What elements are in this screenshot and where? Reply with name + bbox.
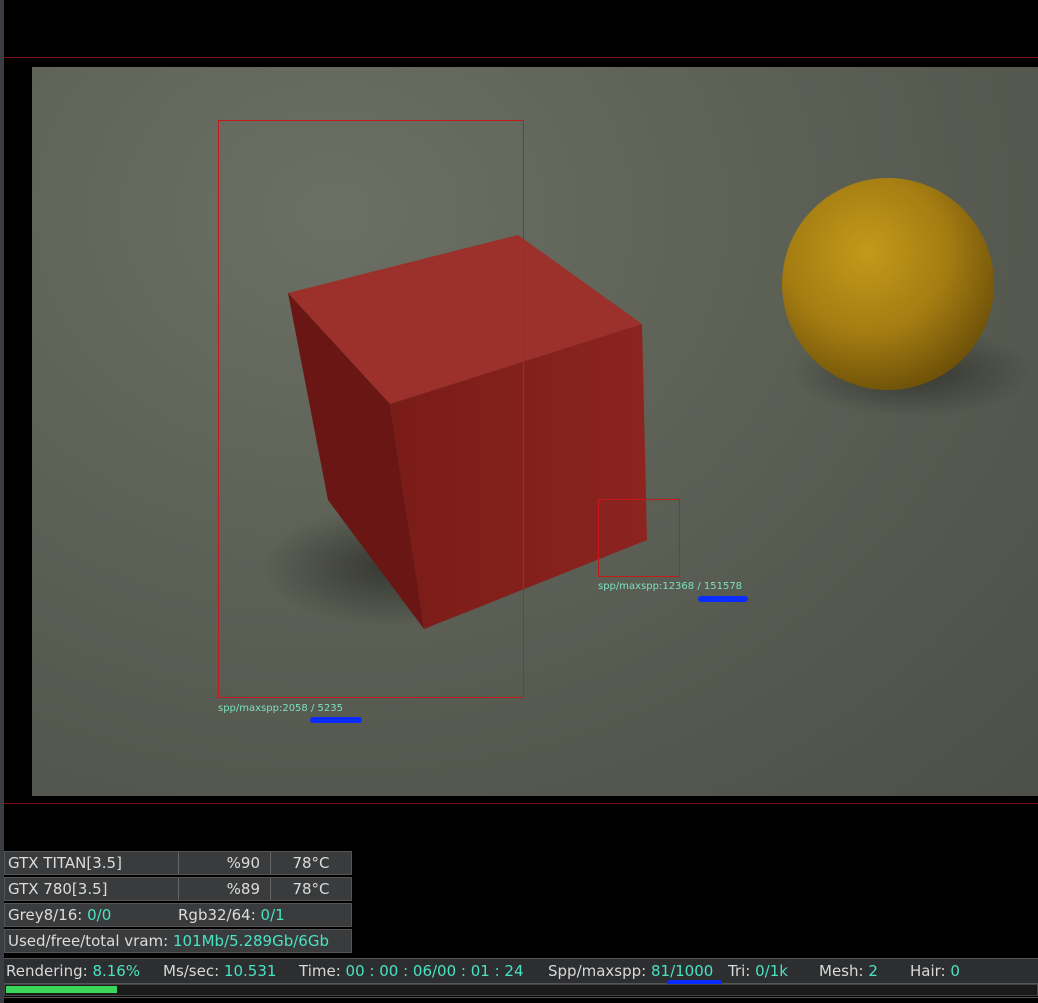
region-small-marker [698,596,748,602]
rgb-buffer-label: Rgb32/64: [178,906,256,924]
viewport-top-divider [4,57,1038,58]
grey-buffer-label: Grey8/16: [8,906,83,924]
spp-value: 81/1000 [651,962,714,980]
mesh-stat: Mesh: 2 [819,959,878,983]
vram-value: 101Mb/5.289Gb/6Gb [172,932,329,950]
buffers-row: Grey8/16: 0/0 Rgb32/64: 0/1 [4,903,352,927]
gpu-load: %89 [178,878,270,900]
render-image [262,178,1032,629]
time-value: 00 : 00 : 06/00 : 01 : 24 [345,962,524,980]
render-region-small[interactable] [598,499,680,577]
mssec-label: Ms/sec: [163,962,220,980]
status-bar: Rendering: 8.16% Ms/sec: 10.531 Time: 00… [4,958,1038,984]
tri-value: 0/1k [755,962,788,980]
mssec-value: 10.531 [223,962,277,980]
vram-row: Used/free/total vram: 101Mb/5.289Gb/6Gb [4,929,352,953]
tri-stat: Tri: 0/1k [728,959,788,983]
gpu-temp: 78°C [270,852,351,874]
viewport-bottom-divider [4,803,1038,804]
render-region-large[interactable] [218,120,524,698]
tri-label: Tri: [728,962,751,980]
hair-value: 0 [950,962,960,980]
hair-label: Hair: [910,962,946,980]
gpu-temp: 78°C [270,878,351,900]
gpu-name: GTX TITAN[3.5] [8,854,122,872]
rgb-buffer-stat: Rgb32/64: 0/1 [178,904,351,926]
rgb-buffer-value: 0/1 [260,906,285,924]
time-label: Time: [299,962,341,980]
time-stat: Time: 00 : 00 : 06/00 : 01 : 24 [299,959,523,983]
mesh-value: 2 [868,962,878,980]
mssec-stat: Ms/sec: 10.531 [163,959,276,983]
bottom-divider [4,997,1038,998]
hair-stat: Hair: 0 [910,959,960,983]
rendering-value: 8.16% [92,962,141,980]
render-progress-fill [6,986,117,993]
gpu-row-1: GTX 780[3.5] %89 78°C [4,877,352,901]
render-viewport[interactable]: spp/maxspp:2058 / 5235 spp/maxspp:12368 … [32,67,1038,796]
gpu-name: GTX 780[3.5] [8,880,108,898]
gpu-row-0: GTX TITAN[3.5] %90 78°C [4,851,352,875]
rendering-stat: Rendering: 8.16% [6,959,140,983]
grey-buffer-value: 0/0 [87,906,112,924]
region-small-spp-label: spp/maxspp:12368 / 151578 [598,581,743,592]
vram-label: Used/free/total vram: [8,932,169,950]
spp-label: Spp/maxspp: [548,962,647,980]
rendering-label: Rendering: [6,962,88,980]
region-large-marker [310,717,362,723]
gpu-load: %90 [178,852,270,874]
region-large-spp-label: spp/maxspp:2058 / 5235 [218,703,343,714]
grey-buffer-stat: Grey8/16: 0/0 [8,904,178,926]
vram-stat: Used/free/total vram: 101Mb/5.289Gb/6Gb [8,930,348,952]
sphere [782,178,994,390]
mesh-label: Mesh: [819,962,864,980]
render-progress-bar [4,984,1038,996]
